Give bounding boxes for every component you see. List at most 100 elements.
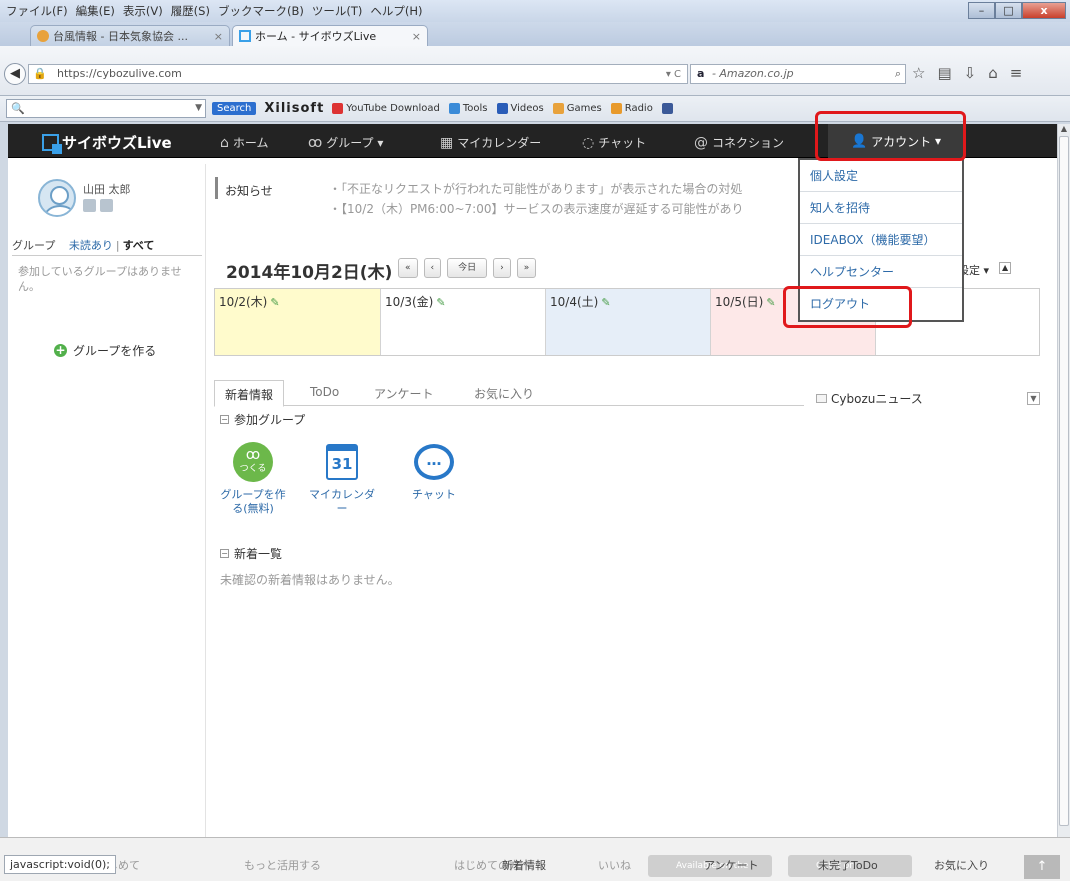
prev-day-button[interactable]: ‹: [423, 258, 442, 278]
create-group-button[interactable]: + グループを作る: [54, 342, 156, 359]
calendar-day-cell[interactable]: 10/2(木) ✎: [215, 289, 381, 355]
user-name[interactable]: 山田 太郎: [83, 181, 131, 197]
toolbar-search-icon: 🔍: [11, 102, 25, 115]
next-day-button[interactable]: ›: [493, 258, 511, 278]
twitter-icon[interactable]: [83, 199, 96, 212]
download-icon[interactable]: ⇩: [964, 64, 977, 82]
toolbar-search-button[interactable]: Search: [212, 102, 257, 115]
at-icon: @: [694, 135, 708, 151]
scroll-top-icon[interactable]: ↑: [1024, 855, 1060, 879]
minimize-button[interactable]: –: [968, 2, 995, 19]
notice-box: お知らせ ・「不正なリクエストが行われた可能性があります」が表示された場合の対処…: [215, 174, 797, 226]
edit-icon[interactable]: ✎: [436, 296, 445, 309]
footer-link[interactable]: 未完了ToDo: [818, 857, 878, 873]
calendar-nav: « ‹ 今日 › »: [398, 258, 537, 278]
bookmark-star-icon[interactable]: ☆: [912, 64, 925, 82]
cybozu-logo[interactable]: サイボウズLive: [42, 132, 172, 154]
home-icon[interactable]: ⌂: [988, 64, 998, 82]
user-avatar[interactable]: [38, 179, 76, 217]
scroll-up-icon[interactable]: ▲: [1058, 124, 1070, 135]
prev-week-button[interactable]: «: [398, 258, 418, 278]
notice-item[interactable]: ・「不正なリクエストが行われた可能性があります」が表示された場合の対処: [329, 180, 742, 197]
edit-icon[interactable]: ✎: [766, 296, 775, 309]
chevron-down-icon[interactable]: ▼: [195, 100, 205, 117]
filter-all[interactable]: すべて: [123, 239, 155, 252]
close-tab-icon[interactable]: ×: [404, 30, 421, 43]
calendar-day-cell[interactable]: 10/4(土) ✎: [546, 289, 711, 355]
close-tab-icon[interactable]: ×: [206, 30, 223, 43]
videos-item[interactable]: Videos: [496, 103, 544, 114]
footer-link[interactable]: お気に入り: [934, 857, 989, 873]
calendar-date-title: 2014年10月2日(木): [226, 263, 393, 283]
facebook-icon[interactable]: [100, 199, 113, 212]
footer-link[interactable]: アンケート: [704, 857, 759, 873]
footer-link[interactable]: もっと活用する: [244, 857, 321, 873]
tab-strip: 台風情報 - 日本気象協会 ... × ホーム - サイボウズLive × +: [0, 22, 1070, 65]
menu-bookmarks[interactable]: ブックマーク(B): [218, 3, 304, 19]
menu-ideabox[interactable]: IDEABOX（機能要望）: [800, 224, 962, 256]
youtube-download-item[interactable]: YouTube Download: [332, 103, 440, 114]
tab-weather[interactable]: 台風情報 - 日本気象協会 ... ×: [30, 25, 230, 46]
close-window-button[interactable]: x: [1022, 2, 1066, 19]
nav-my-calendar[interactable]: ▦ マイカレンダー: [440, 134, 541, 151]
news-list-header[interactable]: − 新着一覧: [220, 545, 282, 562]
cybozu-news-label[interactable]: Cybozuニュース: [831, 390, 923, 407]
tab-cybozu-home[interactable]: ホーム - サイボウズLive ×: [232, 25, 428, 46]
menu-invite-acquaintance[interactable]: 知人を招待: [800, 192, 962, 224]
search-input[interactable]: a - Amazon.co.jp ⌕: [690, 64, 906, 84]
menu-personal-settings[interactable]: 個人設定: [800, 160, 962, 192]
menu-edit[interactable]: 編集(E): [76, 3, 115, 19]
menu-tools[interactable]: ツール(T): [312, 3, 363, 19]
tab-survey[interactable]: アンケート: [374, 385, 434, 402]
menu-help-center[interactable]: ヘルプセンター: [800, 256, 962, 288]
calendar-day-cell[interactable]: 10/3(金) ✎: [381, 289, 546, 355]
badge-label: つくる: [239, 464, 267, 474]
toolbar-search-field[interactable]: 🔍 ▼: [6, 99, 206, 118]
notice-item[interactable]: ・【10/2（木）PM6:00~7:00】サービスの表示速度が遅延する可能性があ…: [329, 200, 744, 217]
footer-link[interactable]: いいね: [598, 857, 631, 873]
nav-chat[interactable]: ◌ チャット: [582, 134, 646, 151]
collapse-icon: −: [220, 549, 229, 558]
facebook-item[interactable]: [661, 103, 676, 114]
create-group-app[interactable]: ꝏ つくる グループを作る(無料): [220, 442, 286, 516]
nav-home[interactable]: ⌂ ホーム: [220, 134, 269, 151]
search-icon[interactable]: ⌕: [895, 65, 901, 83]
videos-label: Videos: [510, 103, 544, 114]
my-calendar-app[interactable]: 31 マイカレンダー: [304, 442, 380, 516]
section-label: 新着一覧: [234, 547, 283, 561]
expand-icon[interactable]: ▼: [1027, 391, 1040, 405]
menu-icon[interactable]: ≡: [1010, 64, 1023, 82]
reload-icon[interactable]: ▾ C: [666, 66, 681, 84]
vertical-scrollbar[interactable]: ▲: [1057, 124, 1070, 837]
scroll-thumb[interactable]: [1059, 136, 1069, 826]
chat-app[interactable]: … チャット: [404, 442, 464, 502]
xilisoft-logo[interactable]: Xilisoft: [264, 101, 324, 116]
menu-file[interactable]: ファイル(F): [6, 3, 68, 19]
tab-todo[interactable]: ToDo: [310, 385, 339, 399]
tab-cybozu-label: ホーム - サイボウズLive: [255, 30, 377, 43]
nav-connection[interactable]: @ コネクション: [694, 134, 784, 151]
edit-icon[interactable]: ✎: [270, 296, 279, 309]
footer-link[interactable]: 新着情報: [502, 857, 546, 873]
url-bar[interactable]: 🔒 https://cybozulive.com ▾ C: [28, 64, 688, 84]
maximize-button[interactable]: □: [995, 2, 1022, 19]
bookmarks-list-icon[interactable]: ▤: [937, 64, 951, 82]
tab-favorites[interactable]: お気に入り: [474, 385, 534, 402]
filter-unread[interactable]: 未読あり: [69, 239, 113, 252]
nav-home-label: ホーム: [232, 136, 269, 150]
participating-groups-header[interactable]: − 参加グループ: [220, 411, 305, 428]
menu-help[interactable]: ヘルプ(H): [370, 3, 422, 19]
radio-item[interactable]: Radio: [610, 103, 653, 114]
menu-view[interactable]: 表示(V): [123, 3, 163, 19]
edit-icon[interactable]: ✎: [601, 296, 610, 309]
today-button[interactable]: 今日: [447, 258, 488, 278]
next-week-button[interactable]: »: [516, 258, 537, 278]
menu-history[interactable]: 履歴(S): [171, 3, 210, 19]
games-item[interactable]: Games: [552, 103, 602, 114]
tab-news[interactable]: 新着情報: [214, 380, 285, 407]
collapse-icon[interactable]: ▲: [999, 262, 1012, 274]
nav-group[interactable]: ꝏ グループ ▾: [308, 134, 383, 151]
back-icon[interactable]: ◀: [4, 63, 26, 85]
tools-item[interactable]: Tools: [448, 103, 488, 114]
games-icon: [552, 103, 564, 114]
